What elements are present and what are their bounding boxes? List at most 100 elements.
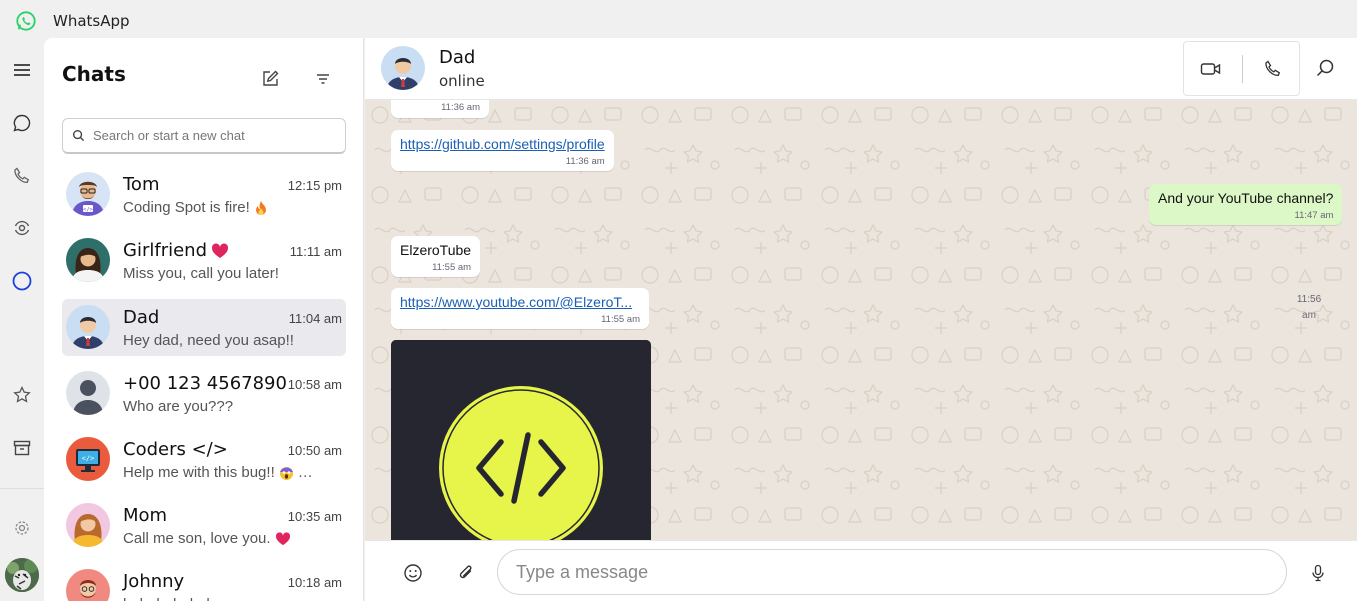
message-composer: [365, 540, 1357, 601]
message-time: 11:47 am: [1294, 210, 1334, 221]
message-bubble: https://www.youtube.com/@ElzeroT... 11:5…: [391, 288, 649, 329]
message-input[interactable]: [497, 549, 1287, 595]
screaming-face-icon: [279, 466, 293, 480]
search-input[interactable]: [93, 128, 333, 143]
call-buttons: [1183, 41, 1300, 96]
chat-preview: Call me son, love you.: [123, 530, 291, 547]
app-title: WhatsApp: [53, 12, 130, 30]
message-bubble: ElzeroTube 11:55 am: [391, 236, 481, 277]
fire-icon: [255, 201, 266, 216]
chat-item-mom[interactable]: Mom 10:35 am Call me son, love you.: [62, 497, 346, 554]
coder-avatar: </>: [66, 172, 110, 216]
chat-preview-text: Help me with this bug!!: [123, 464, 275, 481]
chat-time: 11:11 am: [289, 244, 342, 259]
chat-preview: Miss you, call you later!: [123, 265, 279, 282]
contact-status: online: [439, 72, 485, 90]
rail-divider: [0, 488, 44, 489]
new-chat-icon[interactable]: [259, 68, 281, 90]
message-time: 11:36 am: [441, 102, 480, 113]
message-link[interactable]: https://www.youtube.com/@ElzeroT...: [400, 294, 640, 310]
emoji-icon[interactable]: [401, 561, 425, 585]
chat-time: 10:58 am: [287, 377, 342, 392]
voice-call-icon[interactable]: [1261, 57, 1285, 81]
chat-name: +00 123 4567890: [123, 373, 287, 394]
chat-preview: Coding Spot is fire!: [123, 199, 268, 216]
archive-icon[interactable]: [10, 436, 34, 460]
search-box[interactable]: [62, 118, 346, 154]
message-text: ElzeroTube: [400, 242, 472, 258]
woman-avatar: [66, 238, 110, 282]
chat-preview-text: Call me son, love you.: [123, 530, 271, 547]
video-call-icon[interactable]: [1199, 57, 1223, 81]
message-time: 11:36 am: [565, 156, 605, 167]
conversation-pane: Dad online 11:36 am https://github.com/s…: [365, 38, 1357, 601]
meta-ai-icon[interactable]: [10, 269, 34, 293]
microphone-icon[interactable]: [1306, 561, 1330, 585]
settings-icon[interactable]: [10, 516, 34, 540]
message-time: 11:56 am: [1293, 294, 1325, 321]
chat-time: 10:50 am: [287, 443, 342, 458]
conversation-header: Dad online: [365, 38, 1357, 100]
svg-text:</>: </>: [82, 455, 95, 463]
svg-text:</>: </>: [83, 207, 94, 213]
chat-preview: hahahahahah: [123, 596, 215, 601]
heart-icon: [211, 243, 229, 258]
whatsapp-logo-icon: [16, 11, 36, 31]
message-time: 11:55 am: [601, 314, 640, 325]
default-avatar: [66, 371, 110, 415]
title-bar: WhatsApp: [0, 4, 1357, 38]
filter-icon[interactable]: [312, 68, 334, 90]
message-bubble: 11:36 am: [391, 100, 489, 118]
chat-name: Coders </>: [123, 439, 228, 460]
calls-icon[interactable]: [10, 164, 34, 188]
chat-time: 11:04 am: [288, 311, 342, 326]
chat-preview: Who are you???: [123, 398, 234, 415]
message-time: 11:55 am: [432, 262, 472, 273]
chat-name: Mom: [123, 505, 168, 526]
chat-name: Girlfriend: [123, 240, 229, 261]
search-messages-icon[interactable]: [1313, 56, 1337, 80]
chats-heading: Chats: [62, 62, 126, 86]
monitor-avatar: </>: [66, 437, 110, 481]
attach-icon[interactable]: [454, 561, 478, 585]
image-message[interactable]: [391, 340, 651, 540]
chat-name: Tom: [123, 174, 160, 195]
status-icon[interactable]: [10, 216, 34, 240]
call-divider: [1242, 55, 1243, 83]
contact-name[interactable]: Dad: [439, 47, 475, 68]
chats-icon[interactable]: [10, 111, 34, 135]
chat-preview-ellipsis: …: [297, 464, 313, 481]
chat-preview: Hey dad, need you asap!!: [123, 332, 294, 349]
chat-time: 10:35 am: [287, 509, 342, 524]
contact-avatar[interactable]: [381, 46, 425, 90]
search-icon: [72, 129, 85, 142]
johnny-avatar: [66, 569, 110, 601]
chat-preview: Help me with this bug!! …: [123, 464, 313, 481]
message-time-line: am: [1302, 310, 1316, 321]
chat-preview-text: Coding Spot is fire!: [123, 199, 250, 216]
menu-icon[interactable]: [10, 58, 34, 82]
code-logo-image: [391, 340, 651, 540]
starred-icon[interactable]: [10, 383, 34, 407]
chat-name: Dad: [123, 307, 160, 328]
chat-item-johnny[interactable]: Johnny 10:18 am hahahahahah: [62, 563, 346, 601]
man-avatar: [66, 305, 110, 349]
profile-avatar[interactable]: [5, 558, 39, 592]
chat-item-girlfriend[interactable]: Girlfriend 11:11 am Miss you, call you l…: [62, 232, 346, 289]
nav-rail: [0, 38, 44, 601]
chat-time: 10:18 am: [287, 575, 342, 590]
chat-name-text: Girlfriend: [123, 240, 207, 261]
chat-name: Johnny: [123, 571, 185, 592]
message-area: 11:36 am https://github.com/settings/pro…: [365, 100, 1357, 540]
message-time-line: 11:56: [1296, 294, 1322, 305]
heart-icon: [275, 532, 290, 546]
chat-item-unknown-number[interactable]: +00 123 4567890 10:58 am Who are you???: [62, 365, 346, 422]
message-text: And your YouTube channel?: [1158, 190, 1334, 206]
chat-item-coders[interactable]: </> Coders </> 10:50 am Help me with thi…: [62, 431, 346, 488]
message-link[interactable]: https://github.com/settings/profile: [400, 136, 605, 152]
mom-avatar: [66, 503, 110, 547]
chat-item-tom[interactable]: </> Tom 12:15 pm Coding Spot is fire!: [62, 166, 346, 223]
chat-item-dad[interactable]: Dad 11:04 am Hey dad, need you asap!!: [62, 299, 346, 356]
chat-time: 12:15 pm: [287, 178, 342, 193]
message-bubble-outgoing: And your YouTube channel? 11:47 am: [1149, 184, 1343, 225]
